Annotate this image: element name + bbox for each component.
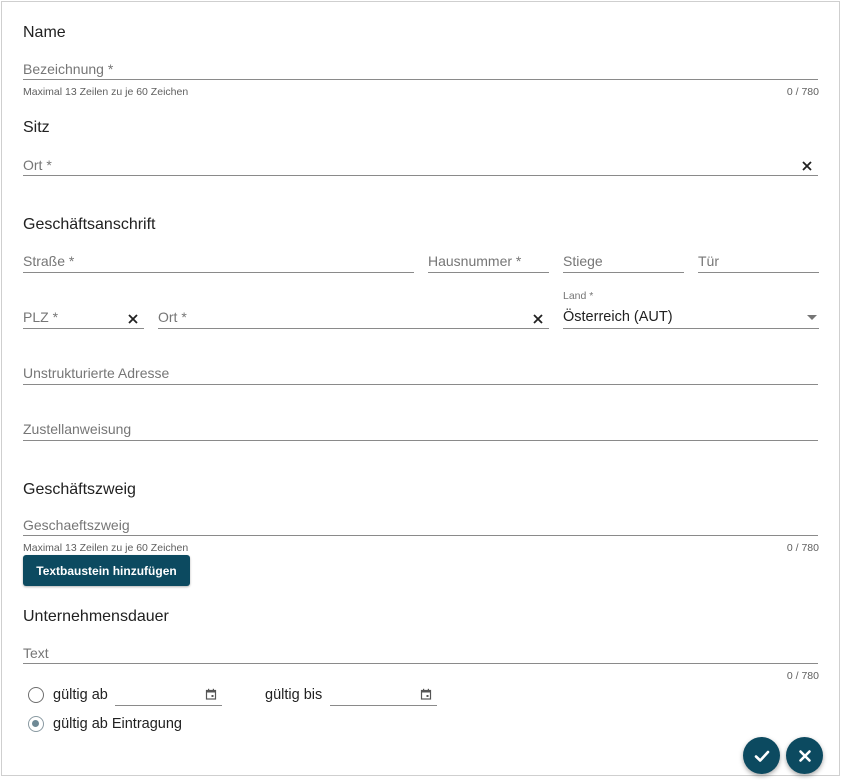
city-underline [158, 328, 549, 329]
sitz-ort-underline [23, 175, 818, 176]
calendar-icon[interactable] [205, 688, 217, 700]
geschaeftszweig-hint: Maximal 13 Zeilen zu je 60 Zeichen [23, 542, 189, 554]
valid-to-date-field[interactable] [330, 684, 437, 706]
country-label: Land * [563, 290, 594, 302]
bezeichnung-underline [23, 79, 818, 80]
radio-valid-from-label: gültig ab [53, 687, 108, 703]
section-title-zweig: Geschäftszweig [23, 481, 136, 498]
city-clear-icon[interactable] [532, 313, 544, 325]
geschaeftszweig-placeholder: Geschaeftszweig [23, 517, 130, 533]
zip-underline [23, 328, 144, 329]
zip-field[interactable]: PLZ * [23, 306, 144, 329]
bezeichnung-hint: Maximal 13 Zeilen zu je 60 Zeichen [23, 86, 189, 98]
sitz-ort-clear-icon[interactable] [801, 160, 813, 172]
city-field[interactable]: Ort * [158, 306, 549, 329]
door-placeholder: Tür [698, 253, 719, 269]
delivery-note-field[interactable]: Zustellanweisung [23, 418, 818, 441]
geschaeftszweig-counter: 0 / 780 [786, 542, 819, 554]
dauer-text-field[interactable]: Text [23, 642, 818, 664]
street-field[interactable]: Straße * [23, 250, 414, 273]
cancel-button[interactable] [786, 737, 823, 774]
stair-field[interactable]: Stiege [563, 250, 684, 273]
arrow-drop-down-icon[interactable] [807, 315, 817, 320]
street-underline [23, 272, 414, 273]
delivery-note-underline [23, 440, 818, 441]
stair-placeholder: Stiege [563, 253, 603, 269]
bezeichnung-placeholder: Bezeichnung * [23, 61, 114, 77]
bezeichnung-field[interactable]: Bezeichnung * [23, 58, 818, 80]
zip-clear-icon[interactable] [127, 313, 139, 325]
valid-to-underline [330, 705, 437, 706]
sitz-ort-field[interactable]: Ort * [23, 154, 818, 176]
door-field[interactable]: Tür [698, 250, 819, 273]
dauer-counter: 0 / 780 [786, 670, 819, 682]
dauer-text-underline [23, 663, 818, 664]
house-number-placeholder: Hausnummer * [428, 253, 522, 269]
add-text-block-button[interactable]: Textbaustein hinzufügen [23, 555, 190, 586]
delivery-note-placeholder: Zustellanweisung [23, 421, 132, 437]
geschaeftszweig-field[interactable]: Geschaeftszweig [23, 514, 818, 536]
check-icon [754, 750, 769, 762]
sitz-ort-placeholder: Ort * [23, 157, 52, 173]
unstructured-address-placeholder: Unstrukturierte Adresse [23, 365, 170, 381]
zip-placeholder: PLZ * [23, 309, 59, 325]
section-title-dauer: Unternehmensdauer [23, 608, 169, 625]
country-underline [563, 328, 819, 329]
section-title-sitz: Sitz [23, 119, 50, 136]
street-placeholder: Straße * [23, 253, 75, 269]
unstructured-address-field[interactable]: Unstrukturierte Adresse [23, 362, 818, 385]
valid-to-label: gültig bis [265, 687, 323, 703]
country-select[interactable]: Land * Österreich (AUT) [563, 288, 819, 329]
calendar-icon[interactable] [420, 688, 432, 700]
radio-valid-from-registration[interactable] [28, 716, 44, 732]
radio-valid-from[interactable] [28, 687, 44, 703]
bezeichnung-counter: 0 / 780 [786, 86, 819, 98]
city-placeholder: Ort * [158, 309, 187, 325]
dauer-text-placeholder: Text [23, 645, 49, 661]
country-value: Österreich (AUT) [563, 309, 673, 325]
radio-valid-from-registration-label: gültig ab Eintragung [53, 716, 182, 732]
confirm-button[interactable] [743, 737, 780, 774]
unstructured-address-underline [23, 384, 818, 385]
stair-underline [563, 272, 684, 273]
section-title-name: Name [23, 24, 66, 41]
valid-from-date-field[interactable] [115, 684, 222, 706]
section-title-anschrift: Geschäftsanschrift [23, 216, 156, 233]
close-icon [798, 749, 811, 762]
door-underline [698, 272, 819, 273]
house-number-underline [428, 272, 549, 273]
house-number-field[interactable]: Hausnummer * [428, 250, 549, 273]
valid-from-underline [115, 705, 222, 706]
geschaeftszweig-underline [23, 535, 818, 536]
